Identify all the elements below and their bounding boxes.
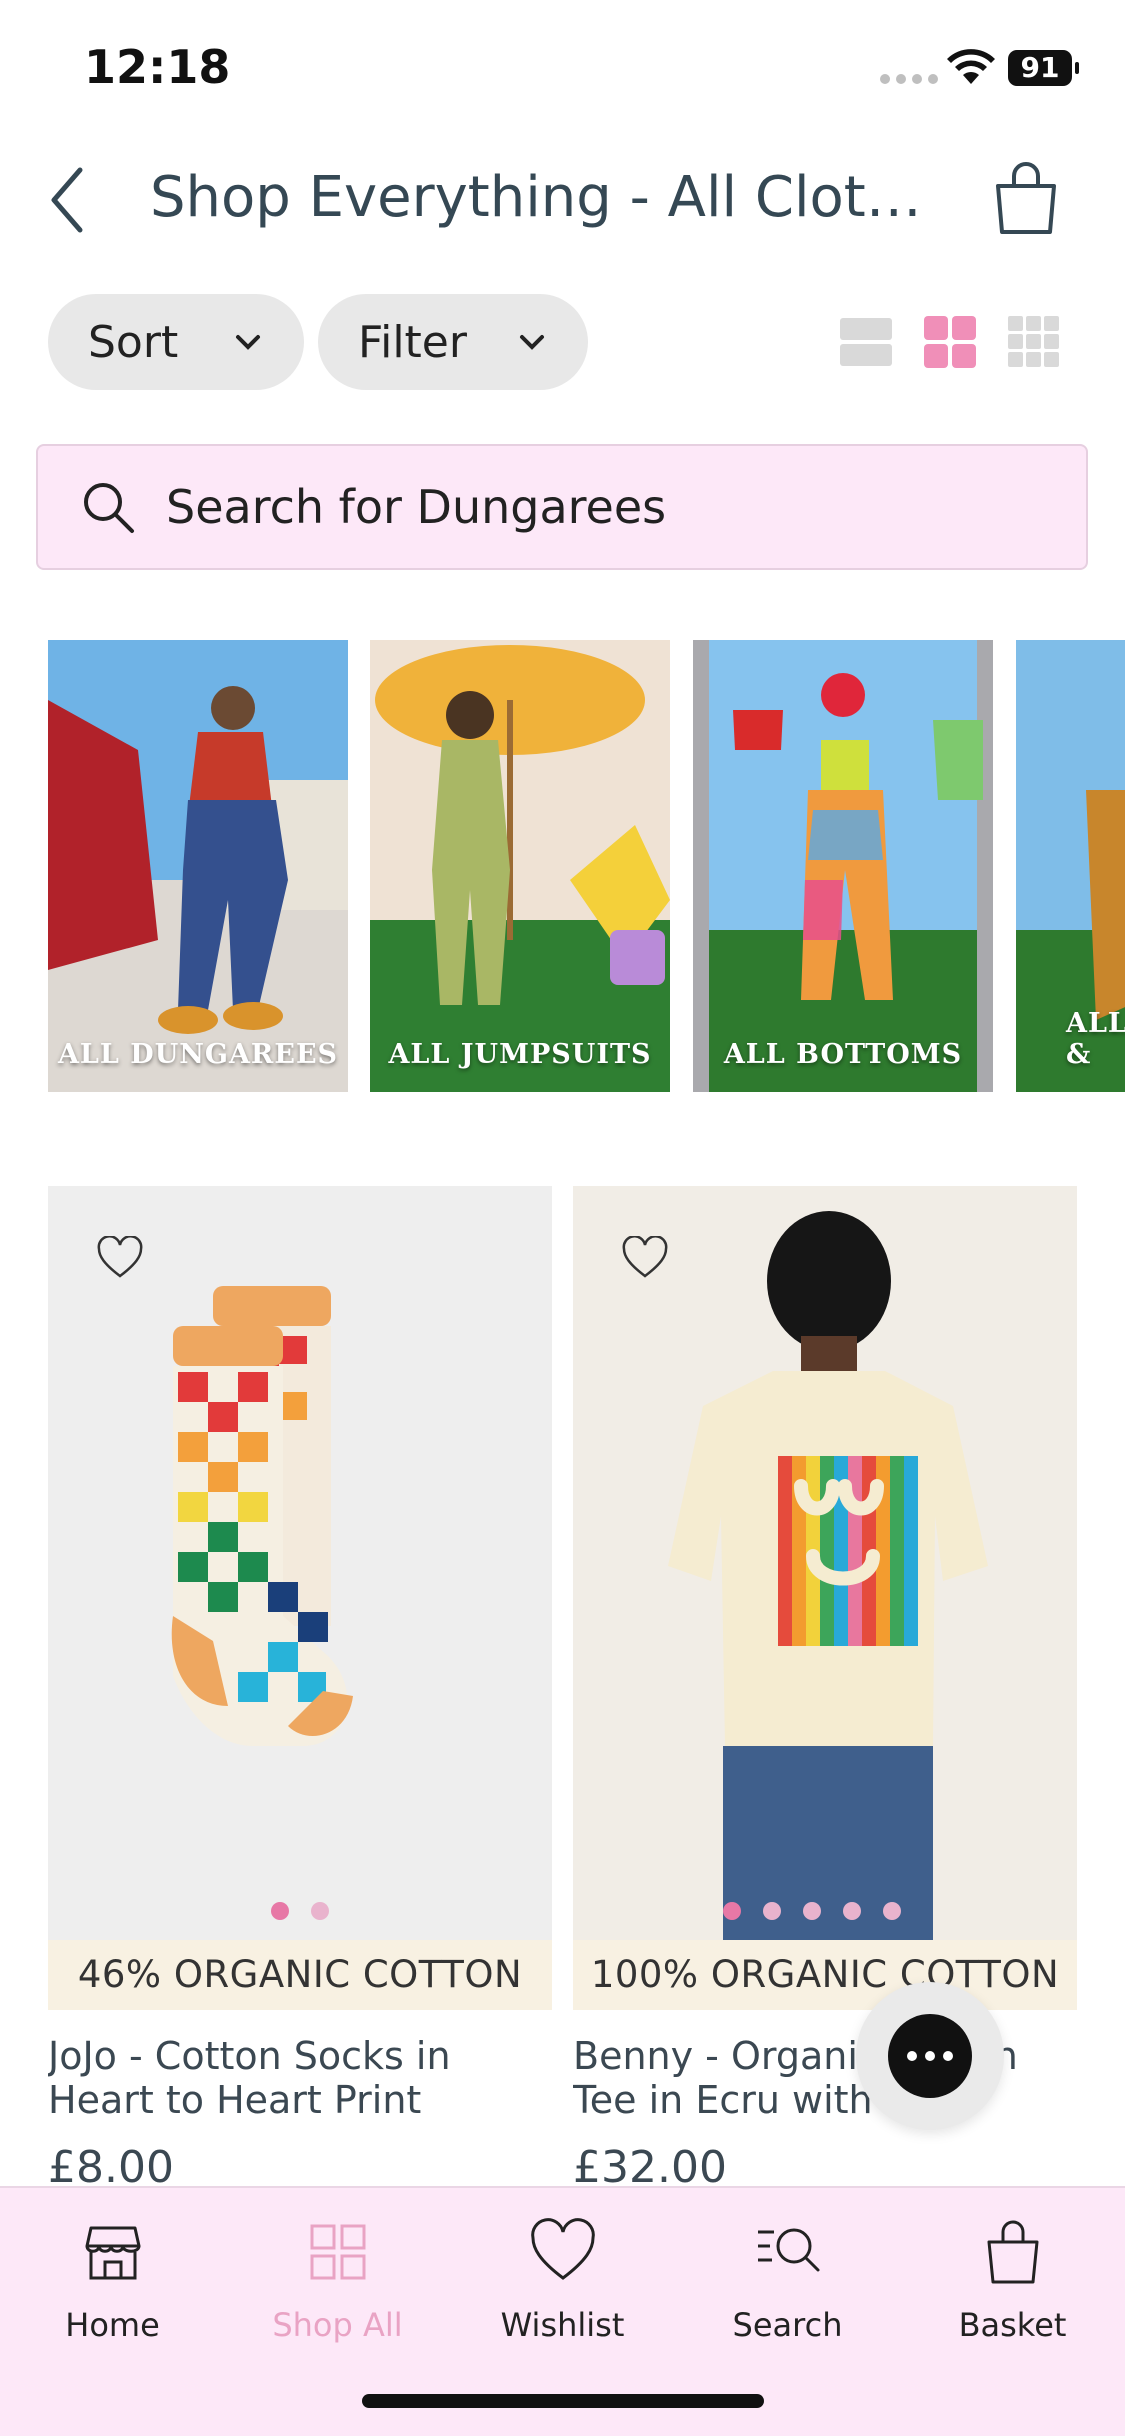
category-label: ALL DUNGAREES	[57, 1039, 339, 1070]
tab-label: Search	[732, 2306, 843, 2344]
category-label: ALL JUMPSUITS	[388, 1039, 652, 1070]
jumpsuits-photo	[370, 640, 670, 1092]
search-icon	[84, 483, 134, 533]
status-time: 12:18	[84, 40, 231, 94]
tab-label: Home	[65, 2306, 160, 2344]
tab-label: Wishlist	[500, 2306, 625, 2344]
product-image[interactable]	[573, 1186, 1077, 1940]
material-badge: 100% ORGANIC COTTON	[573, 1940, 1077, 2010]
shop-front-icon	[85, 2226, 140, 2280]
category-card-dungarees[interactable]: ALL DUNGAREES	[48, 640, 348, 1092]
list-view-icon[interactable]	[840, 316, 892, 368]
chat-icon	[888, 2014, 972, 2098]
dungarees-photo	[48, 640, 348, 1092]
filter-button[interactable]: Filter	[318, 294, 588, 390]
image-carousel-dots[interactable]	[573, 1902, 1077, 1920]
tab-search[interactable]: Search	[675, 2216, 900, 2344]
basket-bag-icon[interactable]	[990, 158, 1062, 238]
tab-home[interactable]: Home	[0, 2216, 225, 2344]
material-badge: 46% ORGANIC COTTON	[48, 1940, 552, 2010]
product-image[interactable]	[48, 1186, 552, 1940]
tab-wishlist[interactable]: Wishlist	[450, 2216, 675, 2344]
search-input[interactable]: Search for Dungarees	[36, 444, 1088, 570]
filter-label: Filter	[358, 316, 467, 368]
grid-icon	[310, 2224, 365, 2280]
socks-photo	[171, 1286, 353, 1746]
chevron-down-icon	[236, 335, 260, 350]
tab-label: Shop All	[272, 2306, 403, 2344]
chevron-down-icon	[520, 335, 544, 350]
wifi-icon	[947, 49, 995, 84]
search-list-icon	[757, 2228, 819, 2272]
tab-shop-all[interactable]: Shop All	[225, 2216, 450, 2344]
home-indicator[interactable]	[362, 2394, 764, 2408]
image-carousel-dots[interactable]	[48, 1902, 552, 1920]
tee-photo	[668, 1211, 988, 1940]
page-title: Shop Everything - All Clothin...	[150, 165, 950, 230]
battery-icon: 91	[1008, 50, 1079, 86]
heart-icon	[530, 2218, 595, 2280]
grid-3-view-icon[interactable]	[1008, 316, 1060, 368]
status-bar: 12:18 91	[0, 0, 1125, 140]
search-placeholder: Search for Dungarees	[166, 480, 667, 534]
wishlist-heart-icon[interactable]	[96, 1236, 144, 1280]
category-label: ALL BOTTOMS	[723, 1039, 963, 1070]
category-carousel[interactable]: ALL DUNGAREES ALL JUMPSUITS ALL BOTTOMS …	[48, 640, 1125, 1092]
product-name[interactable]: JoJo - Cotton Socks in Heart to Heart Pr…	[48, 2034, 552, 2122]
bottoms-photo	[693, 640, 993, 1092]
wishlist-heart-icon[interactable]	[621, 1236, 669, 1280]
sort-label: Sort	[88, 316, 179, 368]
grid-2-view-icon[interactable]	[924, 316, 976, 368]
tab-basket[interactable]: Basket	[900, 2216, 1125, 2344]
tab-label: Basket	[958, 2306, 1067, 2344]
category-label: ALL &	[1066, 1008, 1125, 1070]
bag-icon	[987, 2220, 1038, 2284]
category-card-bottoms[interactable]: ALL BOTTOMS	[693, 640, 993, 1092]
sort-button[interactable]: Sort	[48, 294, 304, 390]
category-card-more[interactable]: ALL &	[1016, 640, 1125, 1092]
category-card-jumpsuits[interactable]: ALL JUMPSUITS	[370, 640, 670, 1092]
cellular-signal-icon	[880, 74, 938, 84]
chat-button[interactable]	[856, 1982, 1004, 2130]
product-card[interactable]: 46% ORGANIC COTTON JoJo - Cotton Socks i…	[48, 1186, 552, 2193]
back-chevron-icon[interactable]	[42, 160, 102, 240]
